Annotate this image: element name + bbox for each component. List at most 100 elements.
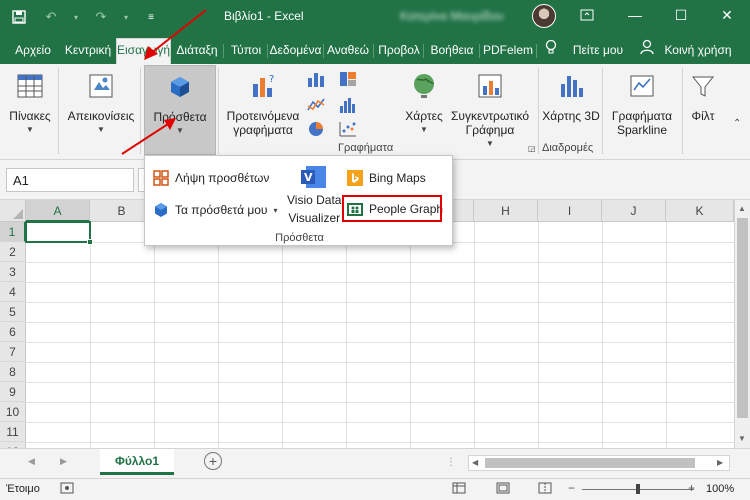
- dialog-launcher-icon[interactable]: ◲: [528, 144, 536, 153]
- tab-file[interactable]: Αρχείο: [8, 39, 58, 64]
- scroll-left-icon[interactable]: ◀: [472, 458, 478, 467]
- scroll-thumb[interactable]: [737, 218, 748, 418]
- scroll-down-icon[interactable]: ▼: [738, 434, 746, 443]
- page-layout-view-icon[interactable]: [496, 482, 510, 497]
- next-sheet-icon[interactable]: ▶: [60, 456, 67, 467]
- tables-button[interactable]: Πίνακες ▼: [6, 70, 54, 137]
- store-grid-icon: [153, 170, 169, 186]
- share-button[interactable]: Κοινή χρήση: [658, 39, 738, 64]
- recommended-charts-button[interactable]: ? Προτεινόμενα γραφήματα: [222, 70, 304, 137]
- statistic-chart-icon[interactable]: [338, 96, 358, 114]
- ribbon-display-options-icon[interactable]: [564, 0, 610, 30]
- user-name[interactable]: Κατερίνα Μαυρίδου: [400, 9, 504, 23]
- close-icon[interactable]: ✕: [704, 0, 750, 30]
- share-person-icon[interactable]: [638, 39, 656, 64]
- tab-review[interactable]: Αναθεώ: [324, 39, 372, 64]
- row-header[interactable]: 3: [0, 262, 26, 282]
- my-addins-item[interactable]: Τα πρόσθετά μου ▾: [153, 202, 278, 218]
- chevron-down-icon: ▼: [26, 125, 34, 134]
- page-break-view-icon[interactable]: [538, 482, 552, 497]
- maps-button[interactable]: Χάρτες ▼: [402, 70, 446, 137]
- filter-icon: [691, 76, 715, 97]
- row-header[interactable]: 11: [0, 422, 26, 442]
- undo-dropdown-icon[interactable]: ▾: [72, 6, 80, 28]
- row-header[interactable]: 10: [0, 402, 26, 422]
- sheet-tab[interactable]: Φύλλο1: [100, 449, 174, 475]
- 3d-map-icon: [561, 76, 583, 97]
- row-header[interactable]: 2: [0, 242, 26, 262]
- fill-handle[interactable]: [87, 239, 93, 245]
- column-header[interactable]: J: [602, 200, 666, 222]
- select-all-corner[interactable]: [0, 200, 26, 222]
- illustrations-icon: [89, 74, 113, 98]
- zoom-slider-thumb[interactable]: [636, 484, 640, 494]
- tab-data[interactable]: Δεδομένα: [268, 39, 323, 64]
- vertical-scrollbar[interactable]: ▲ ▼: [734, 200, 750, 448]
- normal-view-icon[interactable]: [452, 482, 466, 497]
- tab-help[interactable]: Βοήθεια: [427, 39, 477, 64]
- group-divider: [682, 68, 683, 154]
- avatar[interactable]: [532, 4, 556, 28]
- sheet-tab-bar: ◀ ▶ Φύλλο1 + ⋮ ◀ ▶: [0, 448, 750, 478]
- recommended-charts-label: Προτεινόμενα γραφήματα: [226, 109, 300, 137]
- zoom-in-icon[interactable]: +: [688, 481, 695, 495]
- horizontal-scrollbar[interactable]: ◀ ▶: [468, 455, 730, 471]
- bing-maps-item[interactable]: Bing Maps: [347, 170, 426, 186]
- column-header[interactable]: A: [26, 200, 90, 222]
- tab-home[interactable]: Κεντρική: [62, 39, 114, 64]
- tables-label: Πίνακες: [9, 109, 51, 123]
- tab-split-handle-icon[interactable]: ⋮: [446, 457, 456, 468]
- column-header[interactable]: H: [474, 200, 538, 222]
- scatter-chart-icon[interactable]: [338, 120, 358, 138]
- selected-cell-a1[interactable]: [25, 221, 93, 245]
- prev-sheet-icon[interactable]: ◀: [28, 456, 35, 467]
- hierarchy-chart-icon[interactable]: [338, 70, 358, 88]
- map3d-button[interactable]: Χάρτης 3D: [542, 70, 600, 123]
- tab-pdfelement[interactable]: PDFelem: [482, 39, 534, 64]
- maximize-icon[interactable]: ☐: [658, 0, 704, 30]
- name-box[interactable]: A1: [6, 168, 134, 192]
- table-icon: [17, 74, 43, 98]
- get-addins-item[interactable]: Λήψη προσθέτων: [153, 170, 269, 186]
- scroll-right-icon[interactable]: ▶: [717, 458, 723, 467]
- scroll-up-icon[interactable]: ▲: [738, 204, 746, 213]
- scroll-thumb[interactable]: [485, 458, 695, 468]
- visio-label-line2: Visualizer: [288, 211, 341, 225]
- save-icon[interactable]: [8, 6, 30, 28]
- sparkline-icon: [630, 75, 654, 97]
- macro-record-icon[interactable]: [60, 482, 74, 497]
- row-header[interactable]: 5: [0, 302, 26, 322]
- row-header[interactable]: 8: [0, 362, 26, 382]
- grid-line: [26, 442, 736, 443]
- tab-view[interactable]: Προβολ: [375, 39, 423, 64]
- row-header[interactable]: 1: [0, 222, 26, 242]
- tell-me-search[interactable]: Πείτε μου: [570, 39, 626, 64]
- grid-line: [26, 262, 736, 263]
- tab-separator: [373, 44, 374, 58]
- ribbon-tabs: Αρχείο Κεντρική Εισαγωγή Διάταξη Τύποι Δ…: [0, 34, 750, 64]
- column-header[interactable]: K: [666, 200, 734, 222]
- column-chart-icon[interactable]: [306, 70, 326, 88]
- minimize-icon[interactable]: —: [612, 0, 658, 30]
- undo-icon[interactable]: ↶: [40, 6, 62, 28]
- filters-button[interactable]: Φίλτ: [686, 70, 720, 123]
- row-header[interactable]: 9: [0, 382, 26, 402]
- pivot-chart-button[interactable]: Συγκεντρωτικό Γράφημα ▼: [446, 70, 534, 151]
- redo-icon[interactable]: ↷: [90, 6, 112, 28]
- row-header[interactable]: 6: [0, 322, 26, 342]
- add-sheet-icon[interactable]: +: [204, 452, 222, 470]
- collapse-ribbon-icon[interactable]: ⌃: [733, 118, 741, 129]
- sparklines-button[interactable]: Γραφήματα Sparkline: [606, 70, 678, 137]
- zoom-level[interactable]: 100%: [706, 483, 734, 495]
- zoom-out-icon[interactable]: −: [568, 481, 575, 495]
- row-header[interactable]: 4: [0, 282, 26, 302]
- grid-line: [90, 222, 91, 448]
- line-chart-icon[interactable]: [306, 96, 326, 114]
- row-header[interactable]: 7: [0, 342, 26, 362]
- tab-formulas[interactable]: Τύποι: [226, 39, 266, 64]
- lightbulb-icon[interactable]: [542, 39, 560, 64]
- visio-data-visualizer-item[interactable]: V Visio Data Visualizer: [287, 164, 341, 226]
- pie-chart-icon[interactable]: [306, 120, 326, 138]
- zoom-slider[interactable]: [582, 484, 694, 494]
- column-header[interactable]: I: [538, 200, 602, 222]
